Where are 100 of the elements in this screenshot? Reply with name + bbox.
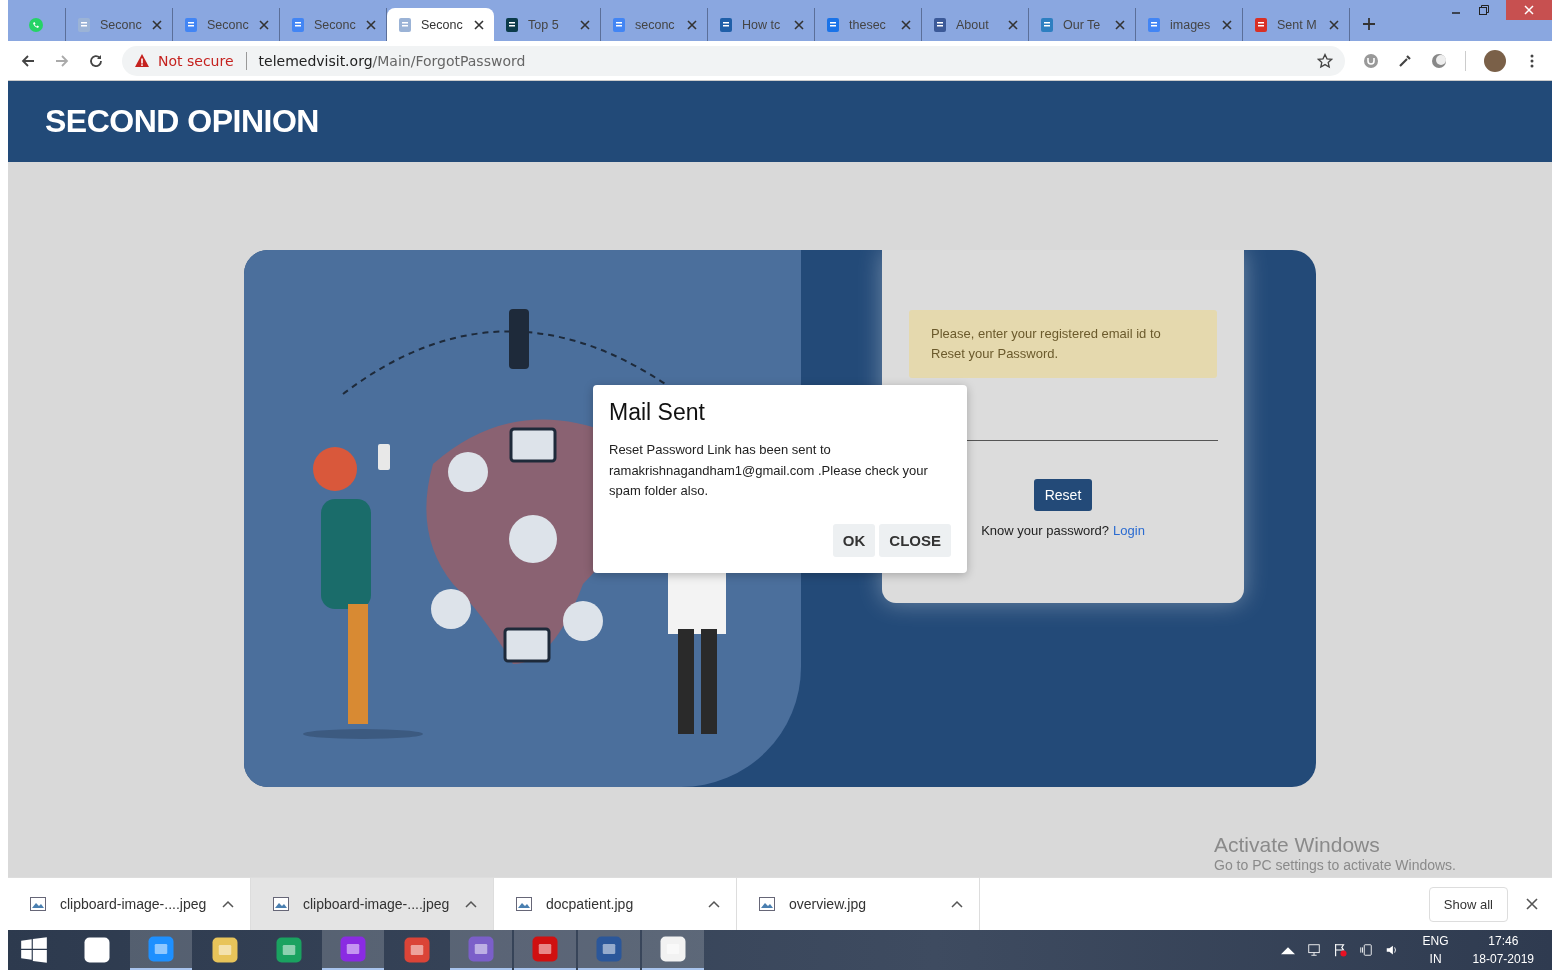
caret-icon[interactable] — [465, 900, 477, 908]
close-icon[interactable] — [152, 19, 162, 30]
language-indicator[interactable]: ENG — [1422, 932, 1449, 950]
activation-watermark-text: Go to PC settings to activate Windows. — [1214, 857, 1456, 873]
address-bar[interactable]: Not secure telemedvisit.org/Main/ForgotPassword — [122, 45, 1345, 76]
browser-tab[interactable]: thesec — [815, 8, 922, 41]
app-icon — [594, 934, 624, 964]
page-icon — [932, 16, 948, 33]
site-title: SECOND OPINION — [45, 103, 319, 140]
plus-icon[interactable] — [1362, 17, 1376, 31]
image-file-icon — [516, 897, 532, 911]
image-file-icon — [759, 897, 775, 911]
dialog-message: Reset Password Link has been sent to ramakrishnagandham1@gmail.com .Please check your spam folder also. — [609, 441, 929, 500]
page-icon — [718, 16, 734, 33]
tab-title: Seconc — [314, 17, 357, 32]
browser-tab[interactable]: Seconc — [387, 8, 494, 41]
browser-tab[interactable]: Top 5 — [494, 8, 601, 41]
page-icon — [397, 16, 413, 33]
eyedropper-icon[interactable] — [1397, 52, 1413, 69]
download-file-name: clipboard-image-....jpeg — [60, 896, 208, 912]
back-arrow-icon[interactable] — [20, 52, 36, 69]
clock-date[interactable]: 18-07-2019 — [1472, 950, 1534, 968]
reload-icon[interactable] — [88, 52, 104, 69]
browser-tab[interactable]: images — [1136, 8, 1243, 41]
download-file-name: overview.jpg — [789, 896, 868, 912]
page-icon — [611, 16, 627, 33]
dialog-title: Mail Sent — [609, 399, 706, 426]
login-link[interactable]: Login — [1113, 523, 1145, 538]
tab-title: Sent M — [1277, 17, 1318, 32]
app-icon — [658, 934, 688, 964]
browser-tab[interactable]: About — [922, 8, 1029, 41]
security-label: Not secure — [158, 52, 234, 69]
download-file-name: docpatient.jpg — [546, 896, 635, 912]
image-file-icon — [30, 897, 46, 911]
app-icon — [82, 935, 112, 965]
browser-tab[interactable]: Seconc — [280, 8, 387, 41]
login-prompt: Know your password? — [981, 523, 1110, 538]
close-icon[interactable] — [794, 19, 804, 30]
page-icon — [1146, 16, 1162, 33]
browser-tab[interactable]: Seconc — [173, 8, 280, 41]
page-icon — [1253, 16, 1269, 33]
close-icon[interactable] — [1526, 898, 1538, 910]
browser-tab[interactable]: How tc — [708, 8, 815, 41]
close-icon[interactable] — [366, 19, 376, 30]
network-icon[interactable] — [1306, 943, 1321, 957]
close-icon[interactable] — [687, 19, 697, 30]
app-icon — [146, 934, 176, 964]
browser-tab[interactable]: Sent M — [1243, 8, 1350, 41]
caret-icon[interactable] — [708, 900, 720, 908]
close-icon[interactable] — [1222, 19, 1232, 30]
moon-icon[interactable] — [1431, 52, 1447, 69]
download-item[interactable]: clipboard-image-....jpeg — [251, 878, 494, 930]
tab-title: seconc — [635, 17, 676, 32]
restore-icon[interactable] — [1478, 4, 1490, 16]
region-indicator[interactable]: IN — [1429, 950, 1442, 968]
app-icon — [274, 935, 304, 965]
show-all-button[interactable]: Show all — [1428, 886, 1508, 922]
shield-icon[interactable] — [1363, 52, 1379, 69]
chat-bubble-icon — [28, 16, 44, 33]
notice-message: Please, enter your registered email id to Reset your Password. — [909, 310, 1217, 378]
browser-tab[interactable]: Seconc — [66, 8, 173, 41]
close-icon[interactable] — [259, 19, 269, 30]
caret-icon[interactable] — [951, 900, 963, 908]
app-icon — [402, 935, 432, 965]
clock-time[interactable]: 17:46 — [1488, 932, 1519, 950]
browser-tab[interactable]: seconc — [601, 8, 708, 41]
app-icon — [338, 934, 368, 964]
close-icon[interactable] — [1008, 19, 1018, 30]
dialog-button[interactable]: CLOSE — [879, 523, 951, 557]
activation-watermark-title: Activate Windows — [1214, 833, 1381, 857]
tab-title: About — [956, 17, 990, 32]
warning-icon — [134, 52, 150, 69]
app-icon — [530, 934, 560, 964]
download-file-name: clipboard-image-....jpeg — [303, 896, 451, 912]
tab-title: Our Te — [1063, 17, 1102, 32]
image-file-icon — [273, 897, 289, 911]
avatar[interactable] — [1484, 49, 1506, 72]
page-icon — [504, 16, 520, 33]
speaker-icon[interactable] — [1384, 943, 1399, 957]
page-icon — [1039, 16, 1055, 33]
close-icon[interactable] — [901, 19, 911, 30]
star-icon[interactable] — [1317, 52, 1333, 69]
close-icon[interactable] — [474, 19, 484, 30]
tab-title: images — [1170, 17, 1212, 32]
flag-icon[interactable] — [1332, 943, 1347, 957]
dialog-button[interactable]: OK — [832, 523, 876, 557]
close-icon[interactable] — [580, 19, 590, 30]
reset-button[interactable]: Reset — [1033, 479, 1093, 511]
caret-icon[interactable] — [222, 900, 234, 908]
browser-tab[interactable]: Our Te — [1029, 8, 1136, 41]
close-icon[interactable] — [1329, 19, 1339, 30]
url-text: telemedvisit.org/Main/ForgotPassword — [258, 52, 526, 69]
tab-title: Seconc — [100, 17, 143, 32]
tab-title: thesec — [849, 17, 887, 32]
tab-title: Seconc — [207, 17, 250, 32]
windows-logo-icon[interactable] — [20, 936, 48, 964]
taskbar-app[interactable] — [642, 930, 704, 970]
close-icon[interactable] — [1115, 19, 1125, 30]
page-icon — [825, 16, 841, 33]
page-icon — [76, 16, 92, 33]
